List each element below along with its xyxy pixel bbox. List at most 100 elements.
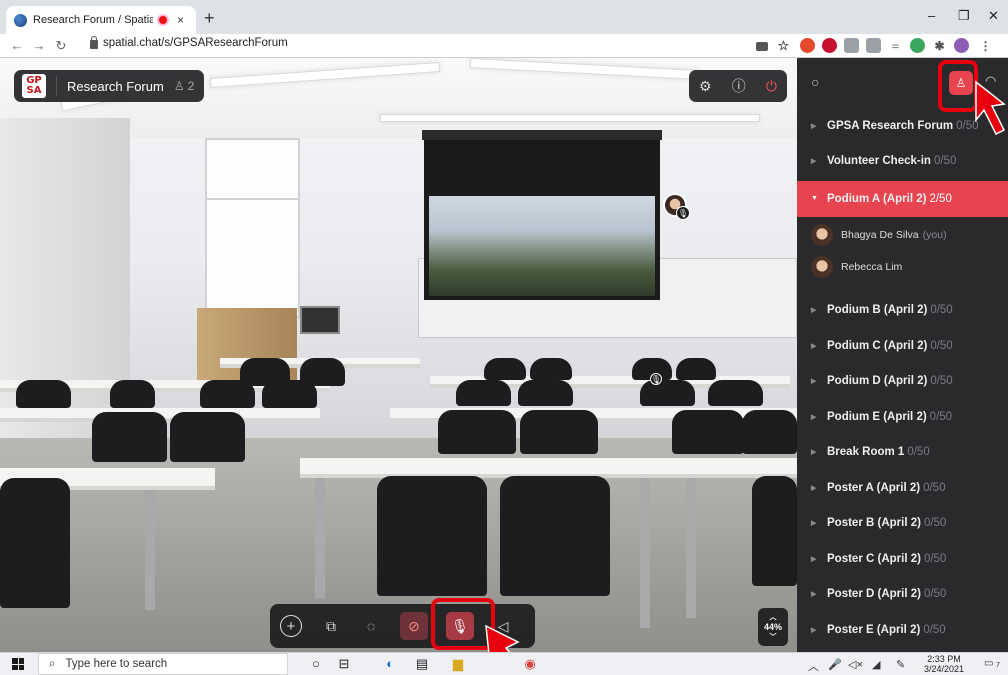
add-content-button[interactable]: + xyxy=(280,615,302,637)
room-capacity: 0/50 xyxy=(930,304,953,317)
file-explorer-icon[interactable]: ▆ xyxy=(450,656,466,672)
volume-icon[interactable]: ◁× xyxy=(848,658,863,671)
spatialchat-favicon-icon xyxy=(14,13,27,27)
browser-tab-strip: Research Forum / SpatialChat × + – ❐ ✕ xyxy=(0,0,1008,34)
notifications-icon[interactable]: ▭ xyxy=(984,658,993,669)
room-name: Poster B (April 2) xyxy=(827,517,921,530)
sidebar-room-poster-c[interactable]: ▶ Poster C (April 2) 0/50 xyxy=(797,541,1008,577)
room-name: Podium D (April 2) xyxy=(827,375,928,388)
participant-row[interactable]: Bhagya De Silva (you) xyxy=(797,219,1008,251)
browser-tab[interactable]: Research Forum / SpatialChat × xyxy=(6,6,196,34)
system-clock[interactable]: 2:33 PM 3/24/2021 xyxy=(924,654,964,674)
sidebar-room-volunteer-check-in[interactable]: ▶ Volunteer Check-in 0/50 xyxy=(797,144,1008,180)
taskbar-search-input[interactable]: ⌕ Type here to search xyxy=(38,653,288,675)
window-close-button[interactable]: ✕ xyxy=(988,8,999,24)
participant-name: Bhagya De Silva xyxy=(841,228,919,241)
desk-leg xyxy=(315,478,325,598)
sidebar-room-break-room-1[interactable]: ▶ Break Room 1 0/50 xyxy=(797,435,1008,471)
chevron-right-icon: ▶ xyxy=(811,520,817,528)
window-minimize-button[interactable]: – xyxy=(928,8,935,23)
sidebar-room-poster-a[interactable]: ▶ Poster A (April 2) 0/50 xyxy=(797,470,1008,506)
search-icon: ⌕ xyxy=(49,657,56,670)
windows-start-icon[interactable] xyxy=(12,658,24,670)
store-icon[interactable]: ▤ xyxy=(414,656,430,672)
room-name: Volunteer Check-in xyxy=(827,155,931,168)
sidebar-room-podium-b[interactable]: ▶ Podium B (April 2) 0/50 xyxy=(797,293,1008,329)
window-restore-button[interactable]: ❐ xyxy=(958,8,970,24)
tab-close-button[interactable]: × xyxy=(177,13,184,27)
participant-row[interactable]: Rebecca Lim xyxy=(797,251,1008,283)
reload-icon[interactable]: ↻ xyxy=(50,38,72,54)
network-icon[interactable]: ◢ xyxy=(872,658,880,671)
avatar xyxy=(811,255,833,278)
notification-count: 7 xyxy=(996,662,1000,669)
room-canvas[interactable] xyxy=(0,58,797,652)
bookmark-star-icon[interactable]: ☆ xyxy=(776,38,791,53)
help-icon[interactable]: ⓘ xyxy=(732,76,746,96)
chevron-up-icon[interactable]: ︿ xyxy=(808,658,819,674)
chair xyxy=(520,410,598,454)
url-text: spatial.chat/s/GPSAResearchForum xyxy=(103,37,288,49)
pen-icon[interactable]: ✎ xyxy=(896,658,905,671)
room-title: Research Forum xyxy=(67,78,164,94)
zoom-control[interactable]: ︿ 44% ﹀ xyxy=(758,608,788,646)
sidebar-room-poster-b[interactable]: ▶ Poster B (April 2) 0/50 xyxy=(797,506,1008,542)
extension-s-icon[interactable] xyxy=(844,38,859,53)
gear-icon[interactable]: ⚙ xyxy=(699,78,712,95)
room-window xyxy=(205,138,300,318)
address-bar-row: ← → ↻ spatial.chat/s/GPSAResearchForum ☆… xyxy=(0,34,1008,58)
browser-menu-icon[interactable]: ⋮ xyxy=(978,38,993,53)
power-icon[interactable]: ⏻ xyxy=(766,78,777,95)
extension-o-icon[interactable] xyxy=(800,38,815,53)
task-view-icon[interactable]: ⊟ xyxy=(336,656,352,672)
chevron-up-icon[interactable]: ︿ xyxy=(770,612,777,622)
sidebar-room-podium-c[interactable]: ▶ Podium C (April 2) 0/50 xyxy=(797,328,1008,364)
edge-browser-icon[interactable]: ◐ xyxy=(382,656,398,672)
chair xyxy=(92,412,167,462)
chair xyxy=(200,380,255,408)
room-capacity: 0/50 xyxy=(907,446,930,459)
sidebar-room-podium-d[interactable]: ▶ Podium D (April 2) 0/50 xyxy=(797,364,1008,400)
room-capacity: 0/50 xyxy=(930,375,953,388)
screen-share-icon[interactable]: ⧉ xyxy=(320,615,342,637)
chevron-right-icon: ▶ xyxy=(811,307,817,315)
chrome-icon[interactable]: ◉ xyxy=(522,656,538,672)
clock-date: 3/24/2021 xyxy=(924,664,965,674)
projector-screen xyxy=(424,140,660,300)
sidebar-room-poster-d[interactable]: ▶ Poster D (April 2) 0/50 xyxy=(797,577,1008,613)
microphone-tray-icon[interactable]: 🎤 xyxy=(828,658,842,671)
chat-icon[interactable]: ◌ xyxy=(360,615,382,637)
chair xyxy=(484,358,526,380)
extension-square-icon[interactable] xyxy=(866,38,881,53)
cortana-icon[interactable]: ○ xyxy=(308,656,324,672)
chevron-right-icon: ▶ xyxy=(811,591,817,599)
desk xyxy=(660,458,797,478)
room-name: Podium B (April 2) xyxy=(827,304,928,317)
adblock-icon[interactable] xyxy=(822,38,837,53)
user-count-value: 2 xyxy=(187,79,195,93)
you-tag: (you) xyxy=(922,228,947,241)
profile-avatar[interactable] xyxy=(954,38,969,53)
extension-badge-icon[interactable] xyxy=(910,38,925,53)
extension-sliders-icon[interactable]: ⚌ xyxy=(888,38,903,53)
chevron-down-icon[interactable]: ﹀ xyxy=(770,632,777,642)
sidebar-room-podium-a[interactable]: ▼ Podium A (April 2) 2/50 xyxy=(797,181,1008,217)
search-icon[interactable]: ○ xyxy=(811,74,819,90)
address-field[interactable]: spatial.chat/s/GPSAResearchForum xyxy=(90,35,288,49)
chair xyxy=(518,380,573,406)
room-capacity: 0/50 xyxy=(930,339,953,352)
room-capacity: 2/50 xyxy=(929,192,952,205)
camera-in-use-icon[interactable] xyxy=(756,42,768,51)
desk-leg xyxy=(145,490,155,610)
chevron-right-icon: ▶ xyxy=(811,484,817,492)
camera-off-icon[interactable]: ⊘ xyxy=(400,612,428,640)
sidebar-room-poster-e[interactable]: ▶ Poster E (April 2) 0/50 xyxy=(797,612,1008,648)
sidebar-room-podium-e[interactable]: ▶ Podium E (April 2) 0/50 xyxy=(797,399,1008,435)
room-capacity: 0/50 xyxy=(923,552,947,565)
extensions-puzzle-icon[interactable]: ✱ xyxy=(932,38,947,53)
podium-monitor xyxy=(300,306,340,334)
forward-arrow-icon[interactable]: → xyxy=(28,38,50,53)
new-tab-button[interactable]: + xyxy=(204,8,215,29)
back-arrow-icon[interactable]: ← xyxy=(6,38,28,53)
